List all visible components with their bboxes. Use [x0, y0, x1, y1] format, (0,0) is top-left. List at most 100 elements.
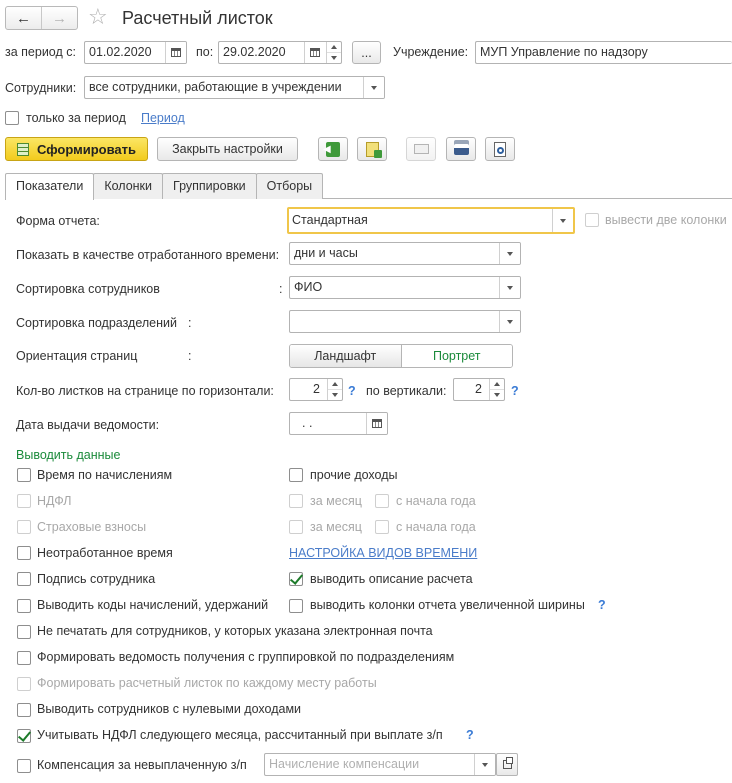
employees-select[interactable]: все сотрудники, работающие в учреждении	[84, 76, 385, 99]
only-period-label: только за период	[26, 111, 126, 125]
sort-employees-select[interactable]: ФИО	[289, 276, 521, 299]
insurance-year-start-checkbox[interactable]	[375, 520, 389, 534]
statement-grouping-checkbox[interactable]	[17, 651, 31, 665]
worked-time-label: Показать в качестве отработанного времен…	[16, 248, 280, 262]
wide-columns-checkbox[interactable]	[289, 599, 303, 613]
sheets-vertical-stepper[interactable]: 2	[453, 378, 505, 401]
employee-signature-checkbox[interactable]	[17, 572, 31, 586]
no-print-email-label: Не печатать для сотрудников, у которых у…	[37, 624, 433, 638]
no-print-email-checkbox[interactable]	[17, 625, 31, 639]
chevron-down-icon[interactable]	[499, 311, 520, 332]
print-icon[interactable]	[446, 137, 476, 161]
ndfl-checkbox[interactable]	[17, 494, 31, 508]
insurance-per-month-checkbox[interactable]	[289, 520, 303, 534]
two-columns-checkbox[interactable]	[585, 213, 599, 227]
sort-departments-colon: :	[188, 316, 192, 330]
each-workplace-checkbox[interactable]	[17, 677, 31, 691]
chevron-down-icon[interactable]	[499, 243, 520, 264]
help-icon[interactable]: ?	[348, 383, 356, 399]
period-select-button[interactable]: ...	[352, 41, 381, 64]
chevron-down-icon[interactable]	[552, 209, 573, 232]
issue-date-label: Дата выдачи ведомости:	[16, 418, 160, 432]
sort-employees-label: Сортировка сотрудников	[16, 282, 160, 296]
navigation-buttons: ← →	[5, 6, 78, 30]
favorite-star-icon[interactable]: ☆	[88, 4, 108, 30]
org-label: Учреждение:	[393, 45, 469, 59]
worked-time-select[interactable]: дни и часы	[289, 242, 521, 265]
help-icon[interactable]: ?	[598, 597, 606, 613]
save-settings-icon[interactable]: ◀	[318, 137, 348, 161]
compensation-checkbox[interactable]	[17, 759, 31, 773]
period-spinner[interactable]	[326, 42, 341, 63]
tab-indicators[interactable]: Показатели	[5, 173, 95, 200]
two-columns-label: вывести две колонки	[605, 213, 727, 227]
chevron-down-icon[interactable]	[474, 754, 495, 775]
period-from-field[interactable]: 01.02.2020	[84, 41, 187, 64]
other-income-label: прочие доходы	[310, 468, 398, 482]
period-to-field[interactable]: 29.02.2020	[218, 41, 342, 64]
wide-columns-label: выводить колонки отчета увеличенной шири…	[310, 598, 585, 612]
time-by-accruals-checkbox[interactable]	[17, 468, 31, 482]
sheets-horizontal-value: 2	[313, 382, 320, 396]
generate-button[interactable]: Сформировать	[5, 137, 148, 161]
issue-date-field[interactable]: . .	[289, 412, 388, 435]
each-workplace-label: Формировать расчетный листок по каждому …	[37, 676, 377, 690]
sort-employees-colon: :	[279, 282, 283, 296]
help-icon[interactable]: ?	[466, 727, 474, 743]
generate-button-label: Сформировать	[36, 141, 137, 157]
org-field[interactable]: МУП Управление по надзору	[475, 41, 732, 64]
output-section-title: Выводить данные	[16, 448, 121, 462]
sort-departments-select[interactable]	[289, 310, 521, 333]
help-icon[interactable]: ?	[511, 383, 519, 399]
only-period-checkbox[interactable]	[5, 111, 19, 125]
sheets-horizontal-stepper[interactable]: 2	[289, 378, 343, 401]
orientation-switch: Ландшафт Портрет	[289, 344, 513, 368]
ndfl-label: НДФЛ	[37, 494, 72, 508]
back-arrow-icon[interactable]: ←	[6, 7, 42, 29]
employees-label: Сотрудники:	[5, 81, 77, 95]
ndfl-year-start-label: с начала года	[396, 494, 476, 508]
ndfl-per-month-checkbox[interactable]	[289, 494, 303, 508]
orientation-colon: :	[188, 349, 192, 363]
sheets-vertical-value: 2	[475, 382, 482, 396]
zero-income-checkbox[interactable]	[17, 703, 31, 717]
tab-columns[interactable]: Колонки	[93, 173, 164, 199]
tab-filters[interactable]: Отборы	[255, 173, 324, 199]
table-icon	[16, 142, 29, 156]
show-codes-label: Выводить коды начислений, удержаний	[37, 598, 269, 612]
sort-departments-label: Сортировка подразделений	[16, 316, 177, 330]
calendar-icon[interactable]	[304, 42, 325, 63]
sheets-vertical-label: по вертикали:	[366, 384, 447, 398]
chevron-down-icon[interactable]	[499, 277, 520, 298]
period-to-label: по:	[196, 45, 214, 59]
tab-groupings[interactable]: Группировки	[162, 173, 257, 199]
time-types-link[interactable]: НАСТРОЙКА ВИДОВ ВРЕМЕНИ	[289, 545, 477, 561]
compensation-select[interactable]: Начисление компенсации	[264, 753, 496, 776]
show-codes-checkbox[interactable]	[17, 599, 31, 613]
ndfl-per-month-label: за месяц	[310, 494, 362, 508]
close-settings-button[interactable]: Закрыть настройки	[157, 137, 298, 161]
calendar-icon[interactable]	[366, 413, 387, 434]
calendar-icon[interactable]	[165, 42, 186, 63]
unworked-time-checkbox[interactable]	[17, 546, 31, 560]
other-income-checkbox[interactable]	[289, 468, 303, 482]
email-icon[interactable]	[406, 137, 436, 161]
time-by-accruals-label: Время по начислениям	[37, 468, 173, 482]
load-settings-icon[interactable]	[357, 137, 387, 161]
report-form-select[interactable]: Стандартная	[287, 207, 575, 234]
ndfl-year-start-checkbox[interactable]	[375, 494, 389, 508]
landscape-option[interactable]: Ландшафт	[290, 345, 402, 367]
print-preview-icon[interactable]	[485, 137, 515, 161]
forward-arrow-icon[interactable]: →	[42, 7, 77, 29]
chevron-down-icon[interactable]	[363, 77, 384, 98]
next-month-ndfl-checkbox[interactable]	[17, 729, 31, 743]
period-link[interactable]: Период	[141, 110, 185, 126]
insurance-checkbox[interactable]	[17, 520, 31, 534]
statement-grouping-label: Формировать ведомость получения с группи…	[37, 650, 455, 664]
show-description-label: выводить описание расчета	[310, 572, 473, 586]
insurance-per-month-label: за месяц	[310, 520, 362, 534]
show-description-checkbox[interactable]	[289, 572, 303, 586]
portrait-option[interactable]: Портрет	[401, 345, 512, 367]
open-icon[interactable]	[496, 753, 518, 776]
settings-tabs: Показатели Колонки Группировки Отборы	[5, 173, 324, 200]
